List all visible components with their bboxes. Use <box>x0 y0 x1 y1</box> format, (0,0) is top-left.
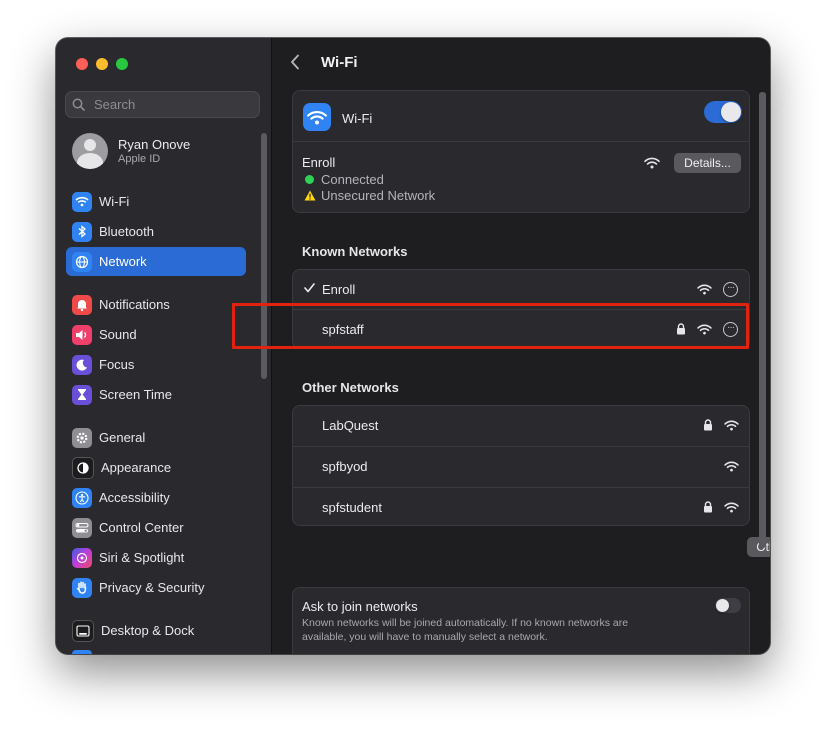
lock-icon <box>703 501 713 513</box>
sidebar-item-label: Network <box>99 254 147 269</box>
network-name: spfstudent <box>322 500 382 515</box>
sidebar-item-label: General <box>99 430 146 445</box>
bell-icon <box>72 294 92 315</box>
warning-icon <box>304 190 316 201</box>
sidebar-item-label: Sound <box>99 327 137 342</box>
back-button[interactable] <box>290 53 300 76</box>
other-networks-heading: Other Networks <box>302 380 399 395</box>
search-field[interactable]: Search <box>65 91 260 118</box>
other-network-row-spfbyod[interactable]: spfbyod <box>293 447 749 486</box>
sidebar-item-desktop-dock[interactable]: Desktop & Dock <box>66 616 246 645</box>
sidebar-item-label: Control Center <box>99 520 184 535</box>
sidebar-item-bluetooth[interactable]: Bluetooth <box>66 217 246 246</box>
wifi-signal-icon <box>644 157 660 169</box>
accessibility-icon <box>72 487 92 508</box>
wifi-toggle[interactable] <box>704 101 742 123</box>
dock-icon <box>72 619 94 642</box>
connected-status-dot <box>305 175 314 184</box>
sidebar-item-siri-spotlight[interactable]: Siri & Spotlight <box>66 543 246 572</box>
other-networks-list: LabQuest spfbyod spfstudent <box>292 405 750 526</box>
wifi-signal-icon <box>697 284 712 295</box>
network-name: LabQuest <box>322 418 379 433</box>
avatar <box>72 133 108 169</box>
control-center-icon <box>72 517 92 538</box>
sidebar-item-notifications[interactable]: Notifications <box>66 290 246 319</box>
sidebar-item-wifi[interactable]: Wi-Fi <box>66 187 246 216</box>
ask-to-join-description-line2: available, you will have to manually sel… <box>302 631 548 643</box>
speaker-icon <box>72 324 92 345</box>
details-button[interactable]: Details... <box>674 153 741 173</box>
network-name: spfbyod <box>322 459 368 474</box>
wifi-app-icon <box>303 103 331 131</box>
connection-status: Connected <box>321 172 384 187</box>
profile-name: Ryan Onove <box>118 137 191 152</box>
sidebar-item-label: Accessibility <box>99 490 170 505</box>
sidebar-item-privacy-security[interactable]: Privacy & Security <box>66 573 246 602</box>
ask-to-join-card: Ask to join networks Known networks will… <box>292 587 750 654</box>
wifi-signal-icon <box>724 502 739 513</box>
current-network-name: Enroll <box>302 155 336 170</box>
sidebar-item-label: Appearance <box>101 460 172 475</box>
globe-icon <box>72 251 92 272</box>
security-warning: Unsecured Network <box>321 188 436 203</box>
sidebar-item-appearance[interactable]: Appearance <box>66 453 246 482</box>
sidebar-item-accessibility[interactable]: Accessibility <box>66 483 246 512</box>
sidebar-item-label: Screen Time <box>99 387 172 402</box>
annotation-highlight-box <box>232 303 749 349</box>
gear-icon <box>72 427 92 448</box>
page-title: Wi-Fi <box>321 54 358 71</box>
more-options-icon[interactable]: ··· <box>723 282 738 297</box>
minimize-window-button[interactable] <box>96 58 108 70</box>
sidebar-item-label: Focus <box>99 357 135 372</box>
sidebar-item-label: Desktop & Dock <box>101 623 195 638</box>
sidebar-item-label: Bluetooth <box>99 224 154 239</box>
bluetooth-icon <box>72 221 92 242</box>
wifi-signal-icon <box>724 461 739 472</box>
sidebar-item-label: Siri & Spotlight <box>99 550 185 565</box>
siri-icon <box>72 547 92 568</box>
sidebar-next-item-icon <box>72 650 92 654</box>
network-name: Enroll <box>322 282 356 297</box>
sidebar-item-control-center[interactable]: Control Center <box>66 513 246 542</box>
other-network-row-spfstudent[interactable]: spfstudent <box>293 488 749 527</box>
appearance-icon <box>72 456 94 479</box>
search-placeholder: Search <box>94 97 136 112</box>
profile-subtitle: Apple ID <box>118 153 161 165</box>
sidebar-item-focus[interactable]: Focus <box>66 350 246 379</box>
close-window-button[interactable] <box>76 58 88 70</box>
sidebar-item-network[interactable]: Network <box>66 247 246 276</box>
zoom-window-button[interactable] <box>116 58 128 70</box>
known-networks-heading: Known Networks <box>302 244 408 259</box>
sidebar-item-label: Wi-Fi <box>99 194 130 209</box>
divider <box>293 141 749 142</box>
apple-id-profile[interactable]: Ryan Onove Apple ID <box>72 132 190 170</box>
sidebar-item-label: Notifications <box>99 297 170 312</box>
sidebar-item-sound[interactable]: Sound <box>66 320 246 349</box>
lock-icon <box>703 419 713 431</box>
wifi-signal-icon <box>724 420 739 431</box>
moon-icon <box>72 354 92 375</box>
hourglass-icon <box>72 384 92 405</box>
search-icon <box>66 98 94 111</box>
hand-icon <box>72 577 92 598</box>
sidebar-item-general[interactable]: General <box>66 423 246 452</box>
sidebar-item-screen-time[interactable]: Screen Time <box>66 380 246 409</box>
wifi-icon <box>72 191 92 212</box>
main-scrollbar[interactable] <box>759 92 766 548</box>
toolbar: Wi-Fi <box>272 38 770 90</box>
ask-to-join-label: Ask to join networks <box>302 599 418 614</box>
sidebar-item-label: Privacy & Security <box>99 580 205 595</box>
checkmark-icon <box>304 283 315 293</box>
wifi-status-card: Wi-Fi Enroll Connected Unsecured Network… <box>292 90 750 213</box>
wifi-label: Wi-Fi <box>342 111 373 126</box>
ask-to-join-description-line1: Known networks will be joined automatica… <box>302 617 629 629</box>
other-network-row-labquest[interactable]: LabQuest <box>293 406 749 445</box>
ask-to-join-toggle[interactable] <box>715 598 741 613</box>
